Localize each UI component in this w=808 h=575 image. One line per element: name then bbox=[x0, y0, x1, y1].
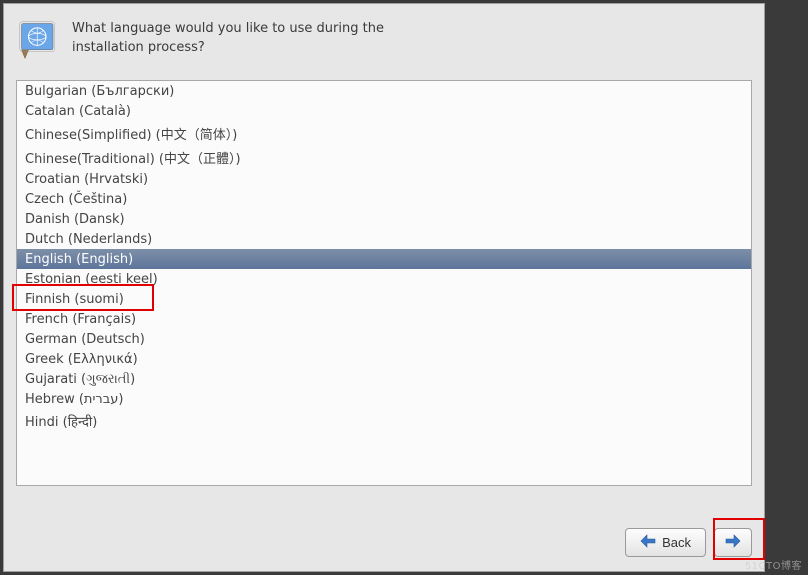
language-option[interactable]: Dutch (Nederlands) bbox=[17, 229, 751, 249]
language-option[interactable]: Hindi (हिन्दी) bbox=[17, 409, 751, 432]
language-option[interactable]: Hebrew (עברית) bbox=[17, 389, 751, 409]
next-button[interactable] bbox=[714, 528, 752, 557]
globe-flag-icon bbox=[18, 20, 60, 62]
prompt-text: What language would you like to use duri… bbox=[72, 20, 402, 58]
language-option[interactable]: Catalan (Català) bbox=[17, 101, 751, 121]
back-button-label: Back bbox=[662, 535, 691, 550]
header: What language would you like to use duri… bbox=[4, 4, 764, 72]
language-list[interactable]: Bulgarian (Български)Catalan (Català)Chi… bbox=[16, 80, 752, 486]
language-option[interactable]: Bulgarian (Български) bbox=[17, 81, 751, 101]
language-option[interactable]: Danish (Dansk) bbox=[17, 209, 751, 229]
language-option[interactable]: Chinese(Traditional) (中文（正體）) bbox=[17, 145, 751, 169]
language-option[interactable]: French (Français) bbox=[17, 309, 751, 329]
button-row: Back bbox=[625, 528, 752, 557]
language-option[interactable]: German (Deutsch) bbox=[17, 329, 751, 349]
language-option[interactable]: Gujarati (ગુજરાતી) bbox=[17, 369, 751, 389]
language-option[interactable]: Czech (Čeština) bbox=[17, 189, 751, 209]
installer-window: What language would you like to use duri… bbox=[3, 3, 765, 572]
arrow-left-icon bbox=[640, 534, 656, 551]
language-option[interactable]: Finnish (suomi) bbox=[17, 289, 751, 309]
language-option[interactable]: Chinese(Simplified) (中文（简体）) bbox=[17, 121, 751, 145]
back-button[interactable]: Back bbox=[625, 528, 706, 557]
arrow-right-icon bbox=[725, 534, 741, 551]
watermark: 51CTO博客 bbox=[745, 557, 802, 572]
language-option[interactable]: Greek (Ελληνικά) bbox=[17, 349, 751, 369]
language-option[interactable]: Croatian (Hrvatski) bbox=[17, 169, 751, 189]
language-option[interactable]: Estonian (eesti keel) bbox=[17, 269, 751, 289]
language-option[interactable]: English (English) bbox=[17, 249, 751, 269]
